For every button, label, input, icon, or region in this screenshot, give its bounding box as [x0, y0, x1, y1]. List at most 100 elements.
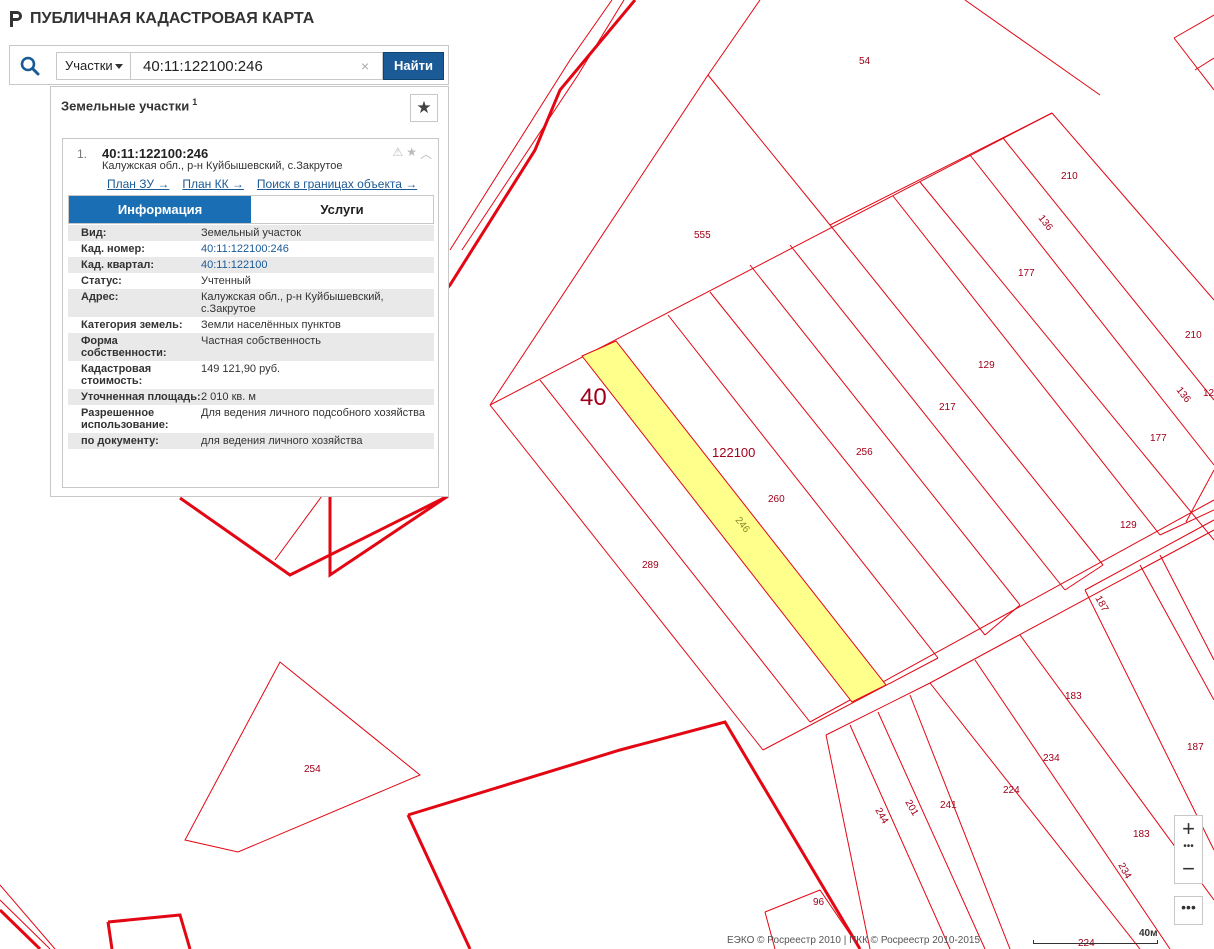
clear-icon[interactable]: ×	[361, 59, 369, 73]
star-icon[interactable]: ★	[406, 145, 417, 162]
parcel-label: 183	[1133, 829, 1150, 840]
quarter-boundary	[406, 814, 472, 949]
row-label: Адрес:	[68, 289, 201, 317]
parcel-boundary	[892, 195, 1161, 536]
search-input[interactable]	[131, 52, 383, 80]
warning-icon[interactable]: ⚠	[392, 145, 403, 162]
scale-label: 40м	[1139, 928, 1158, 939]
chevron-down-icon	[115, 64, 123, 69]
parcel-label: 256	[856, 447, 873, 458]
parcel-boundary	[825, 734, 871, 949]
result-address: Калужская обл., р-н Куйбышевский, с.Закр…	[102, 160, 343, 172]
zoom-dots-icon: •••	[1183, 841, 1194, 852]
table-row: Адрес: Калужская обл., р-н Куйбышевский, …	[68, 289, 434, 317]
row-value-link[interactable]: 40:11:122100	[201, 257, 434, 273]
row-value: Для ведения личного подсобного хозяйства	[201, 407, 425, 419]
parcel-boundary	[0, 899, 51, 949]
result-cad-number[interactable]: 40:11:122100:246	[102, 146, 208, 161]
parcel-label: 217	[939, 402, 956, 413]
chevron-up-icon[interactable]: ︿	[420, 145, 432, 162]
parcel-boundary	[1084, 589, 1214, 851]
parcel-boundary	[1064, 564, 1104, 591]
parcel-boundary	[984, 604, 1021, 636]
row-value: 2 010 кв. м	[201, 389, 434, 405]
row-label: Форма собственности:	[68, 333, 201, 361]
plan-kk-link[interactable]: План КК →	[182, 177, 244, 191]
parcel-boundary	[919, 181, 1214, 541]
copyright: ЕЭКО © Росреестр 2010 | ПКК © Росреестр …	[727, 935, 981, 946]
row-label: Кад. номер:	[81, 243, 145, 255]
tab-info[interactable]: Информация	[69, 196, 251, 223]
zoom-in-button[interactable]: +	[1175, 816, 1202, 843]
search-icon[interactable]	[18, 54, 42, 78]
row-label: Кад. квартал:	[68, 257, 201, 273]
parcel-boundary	[877, 711, 986, 949]
table-row: Кад. номер: 40:11:122100:246	[68, 241, 434, 257]
app-header: ПУБЛИЧНАЯ КАДАСТРОВАЯ КАРТА	[8, 9, 314, 29]
parcel-label: 177	[1018, 268, 1035, 279]
row-value: Калужская обл., р-н Куйбышевский, с.Закр…	[201, 289, 434, 317]
table-row: Категория земель: Земли населённых пункто…	[68, 317, 434, 333]
parcel-label: 12	[1203, 388, 1214, 399]
row-label: Категория земель:	[81, 319, 183, 331]
app-title: ПУБЛИЧНАЯ КАДАСТРОВАЯ КАРТА	[30, 10, 315, 27]
parcel-label: 210	[1185, 330, 1202, 341]
find-button[interactable]: Найти	[383, 52, 444, 80]
parcel-boundary	[1173, 14, 1214, 39]
quarter-boundary	[0, 908, 42, 949]
search-type-label: Участки	[65, 58, 113, 73]
parcel-boundary	[489, 112, 1053, 406]
result-item[interactable]: 1. 40:11:122100:246 Калужская обл., р-н …	[62, 138, 439, 488]
info-table: Вид: Земельный участок Кад. номер: 40:11:1…	[68, 225, 434, 449]
quarter-boundary	[107, 913, 192, 949]
quarter-boundary	[328, 484, 449, 578]
parcel-label: 129	[978, 360, 995, 371]
row-label: по документу:	[68, 433, 201, 449]
row-value-link[interactable]: 40:11:122100:246	[201, 241, 434, 257]
search-in-bounds-link[interactable]: Поиск в границах объекта →	[257, 177, 417, 191]
parcel-label: 177	[1150, 433, 1167, 444]
parcel-boundary	[749, 264, 1021, 606]
parcel-boundary	[969, 154, 1214, 466]
parcel-label: 210	[1061, 171, 1078, 182]
region-label: 40	[580, 384, 607, 411]
parcel-label: 289	[642, 560, 659, 571]
parcel-boundary	[929, 682, 1141, 949]
scale-bar	[1033, 940, 1158, 944]
table-row: Статус: Учтенный	[68, 273, 434, 289]
quarter-boundary	[179, 494, 449, 577]
parcel-boundary	[1159, 509, 1214, 536]
parcel-boundary	[449, 0, 613, 251]
more-button[interactable]: •••	[1174, 896, 1203, 925]
result-links: План ЗУ → План КК → Поиск в границах объ…	[107, 177, 417, 191]
search-type-select[interactable]: Участки	[56, 52, 131, 80]
results-title: Земельные участки 1	[61, 97, 197, 113]
tab-services[interactable]: Услуги	[251, 196, 433, 223]
parcel-boundary	[1159, 554, 1214, 661]
parcel-boundary	[789, 244, 1066, 591]
card-actions: ⚠ ★ ︿	[392, 145, 432, 162]
zoom-out-button[interactable]: −	[1175, 856, 1202, 883]
parcel-boundary	[709, 291, 986, 636]
results-title-text: Земельные участки	[61, 98, 190, 114]
table-row: Кад. квартал: 40:11:122100	[68, 257, 434, 273]
result-index: 1.	[77, 147, 88, 161]
row-value: 149 121,90 руб.	[201, 363, 281, 375]
parcel-label: 260	[768, 494, 785, 505]
row-value: Земли населённых пунктов	[201, 319, 341, 331]
parcel-label: 254	[304, 764, 321, 775]
row-value: Частная собственность	[201, 333, 434, 361]
quarter-label: 122100	[712, 445, 755, 460]
parcel-boundary	[461, 0, 625, 251]
row-label: Статус:	[81, 275, 122, 287]
row-label: Вид:	[68, 225, 201, 241]
favorites-button[interactable]: ★	[410, 94, 438, 122]
parcel-boundary	[1173, 37, 1214, 91]
parcel-boundary	[1084, 519, 1214, 591]
table-row: по документу: для ведения личного хозяйст…	[68, 433, 434, 449]
row-value: Учтенный	[201, 275, 251, 287]
plan-zu-link[interactable]: План ЗУ →	[107, 177, 169, 191]
table-row: Разрешенное использование: Для ведения ли…	[68, 405, 434, 433]
parcel-label: 96	[813, 897, 825, 908]
results-count: 1	[192, 97, 198, 107]
